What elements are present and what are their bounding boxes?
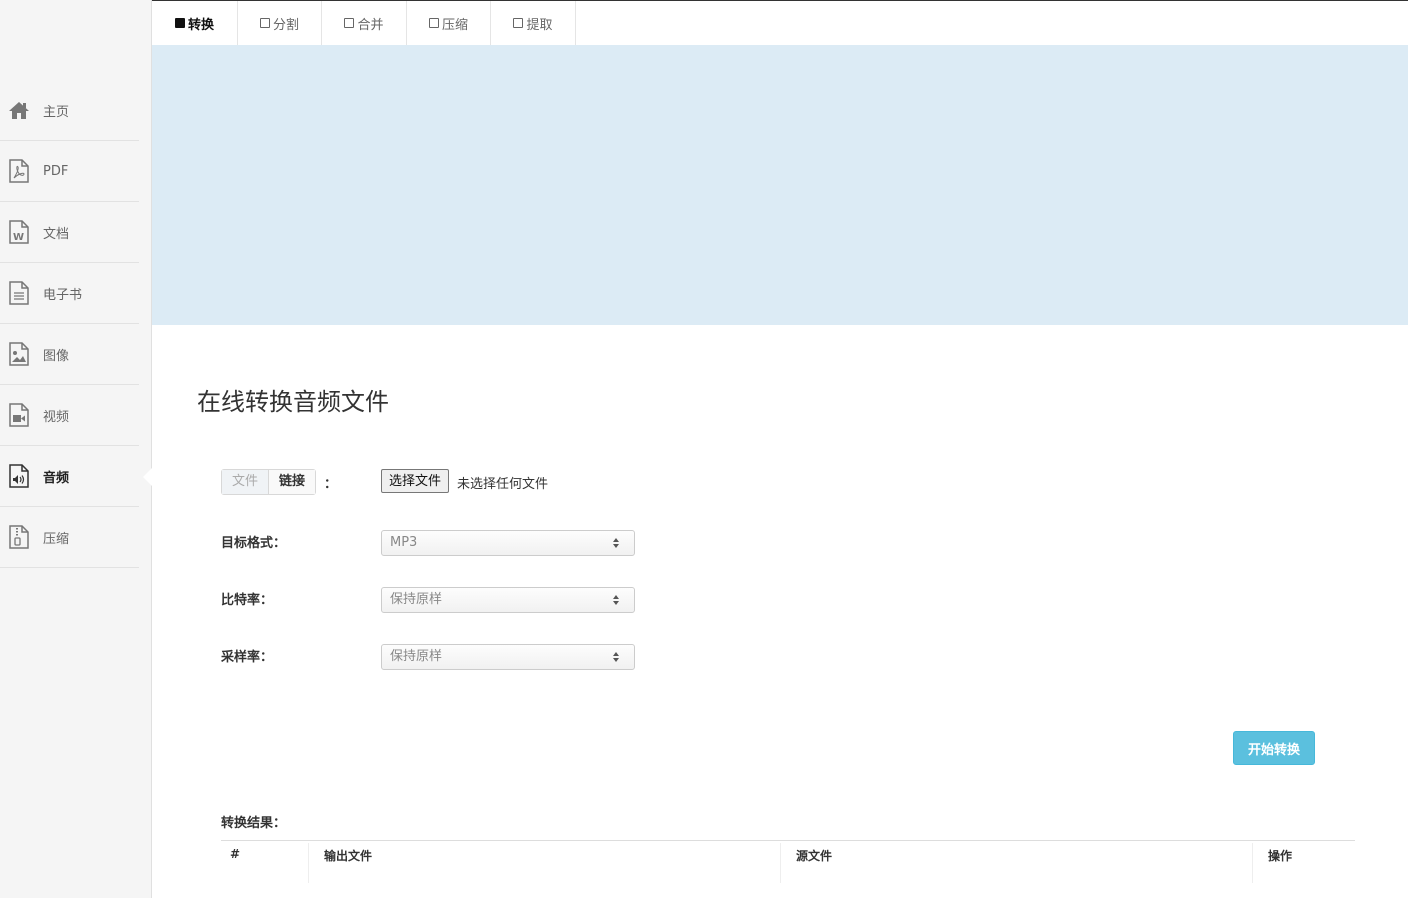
source-toggle: 文件 链接	[221, 469, 317, 495]
sidebar-item-label: 图像	[43, 348, 70, 364]
source-file-button[interactable]: 文件	[222, 470, 270, 494]
sidebar-item-label: 电子书	[43, 287, 83, 303]
column-header-index: #	[230, 847, 241, 861]
page-title: 在线转换音频文件	[197, 388, 389, 416]
svg-text:W: W	[13, 232, 24, 243]
column-divider	[308, 843, 309, 883]
choose-file-button[interactable]: 选择文件	[381, 469, 450, 493]
sidebar-item-video[interactable]: 视频	[0, 385, 139, 446]
select-arrows-icon	[613, 652, 619, 662]
sidebar-item-audio[interactable]: 音频	[0, 446, 152, 507]
tab-label: 转换	[187, 17, 214, 33]
sidebar-item-pdf[interactable]: PDF	[0, 141, 139, 202]
sidebar-nav: 主页 PDF W 文档 电子书 图像 视频 音频 压缩	[0, 80, 152, 568]
sidebar-item-document[interactable]: W 文档	[0, 202, 139, 263]
bitrate-select[interactable]: 保持原样	[381, 587, 635, 613]
source-toggle-colon: ：	[324, 477, 338, 492]
zip-file-icon	[8, 525, 30, 549]
tab-label: 压缩	[441, 17, 468, 33]
sidebar: 主页 PDF W 文档 电子书 图像 视频 音频 压缩	[0, 0, 152, 898]
samplerate-select-value: 保持原样	[390, 649, 443, 664]
column-header-source-file: 源文件	[796, 849, 833, 863]
sidebar-item-label: 主页	[43, 104, 70, 120]
results-label: 转换结果：	[221, 816, 287, 831]
sidebar-item-home[interactable]: 主页	[0, 80, 139, 141]
video-file-icon	[8, 403, 30, 427]
checkbox-empty-icon	[344, 18, 355, 28]
tab-split[interactable]: 分割	[238, 1, 322, 45]
bitrate-select-value: 保持原样	[390, 592, 443, 607]
sidebar-item-ebook[interactable]: 电子书	[0, 263, 139, 324]
pdf-file-icon	[8, 159, 30, 183]
samplerate-select[interactable]: 保持原样	[381, 644, 635, 670]
tab-label: 提取	[526, 17, 553, 33]
format-label: 目标格式：	[221, 536, 287, 551]
column-divider	[780, 843, 781, 883]
bitrate-label: 比特率：	[221, 593, 274, 608]
samplerate-label: 采样率：	[221, 650, 274, 665]
column-header-action: 操作	[1268, 849, 1293, 863]
tab-compress[interactable]: 压缩	[407, 1, 491, 45]
column-header-output-file: 输出文件	[324, 849, 373, 863]
sidebar-item-label: 压缩	[43, 531, 70, 547]
tool-tabs: 转换 分割 合并 压缩 提取	[152, 1, 576, 45]
format-select[interactable]: MP3	[381, 530, 635, 556]
sidebar-item-label: 文档	[43, 226, 70, 242]
tab-merge[interactable]: 合并	[322, 1, 407, 45]
banner-area	[152, 45, 1408, 325]
sidebar-item-label: 音频	[43, 470, 70, 486]
checkbox-empty-icon	[428, 18, 439, 28]
checkbox-empty-icon	[513, 18, 524, 28]
image-file-icon	[8, 342, 30, 366]
home-icon	[8, 98, 30, 122]
tab-label: 分割	[272, 17, 299, 33]
sidebar-item-image[interactable]: 图像	[0, 324, 139, 385]
tab-label: 合并	[357, 17, 384, 33]
tab-convert[interactable]: 转换	[152, 1, 238, 45]
checkbox-empty-icon	[259, 18, 270, 28]
select-arrows-icon	[613, 538, 619, 548]
audio-file-icon	[8, 464, 30, 488]
sidebar-item-label: 视频	[43, 409, 70, 425]
source-link-button[interactable]: 链接	[269, 470, 316, 494]
select-arrows-icon	[613, 595, 619, 605]
word-file-icon: W	[8, 220, 30, 244]
results-table: # 输出文件 源文件 操作	[221, 840, 1355, 883]
checkbox-filled-icon	[174, 18, 185, 28]
column-divider	[1252, 843, 1253, 883]
ebook-file-icon	[8, 281, 30, 305]
sidebar-item-archive[interactable]: 压缩	[0, 507, 139, 568]
format-select-value: MP3	[390, 535, 418, 550]
tab-extract[interactable]: 提取	[491, 1, 576, 45]
start-convert-button[interactable]: 开始转换	[1233, 731, 1315, 765]
sidebar-item-label: PDF	[43, 163, 69, 179]
file-status-text: 未选择任何文件	[457, 477, 549, 492]
